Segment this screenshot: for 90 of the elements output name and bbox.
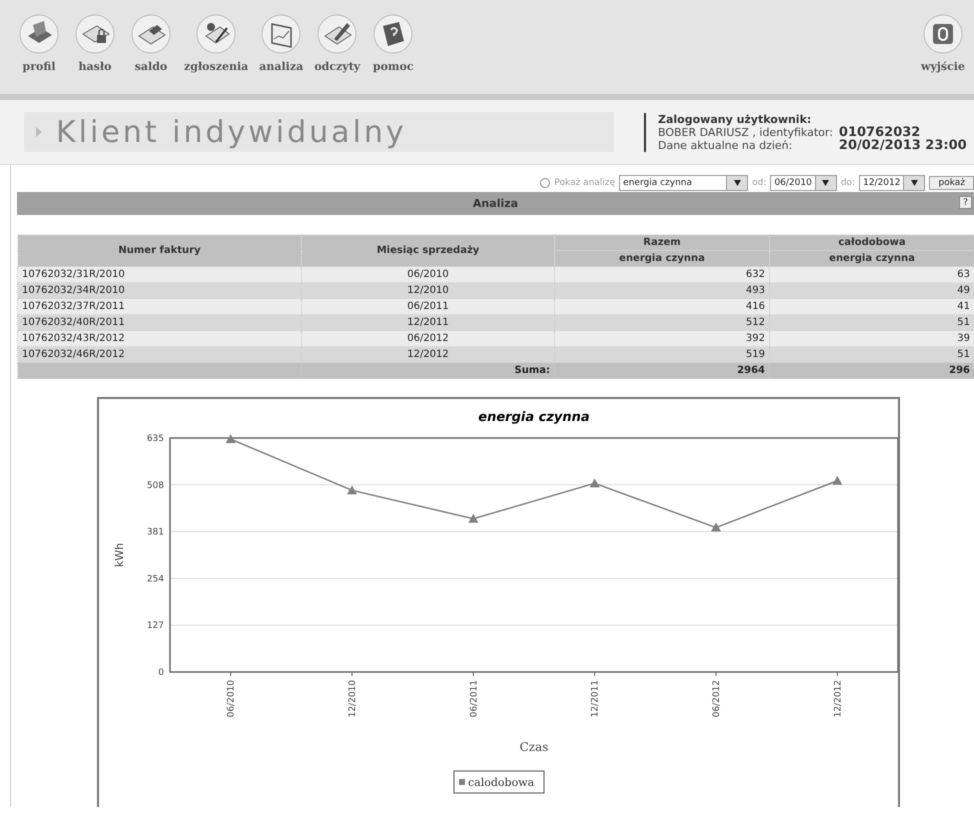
show-button[interactable]: pokaż xyxy=(929,176,974,190)
x-tick-label: 06/2012 xyxy=(712,680,722,718)
data-date: 20/02/2013 23:00 xyxy=(838,138,967,152)
data-point xyxy=(468,514,478,523)
x-axis-title: Czas xyxy=(520,740,548,754)
data-point xyxy=(832,476,842,485)
y-tick-label: 127 xyxy=(146,621,164,632)
column-header: Razem xyxy=(554,234,770,250)
page-title: Klient indywidualny xyxy=(56,114,407,150)
nav-item[interactable]: pomoc xyxy=(368,14,418,73)
x-tick-label: 12/2011 xyxy=(590,680,601,718)
section-title: Analiza xyxy=(472,197,518,210)
user-id: 010762032 xyxy=(838,126,922,138)
nav-item[interactable]: zgłoszenia xyxy=(182,14,250,73)
nav-item[interactable]: hasło xyxy=(70,14,120,73)
table-cell: 12/2011 xyxy=(302,314,554,330)
column-header: całodobowa xyxy=(770,234,974,250)
lock-icon xyxy=(75,14,115,54)
table-cell: 12/2010 xyxy=(302,282,554,298)
column-subheader: energia czynna xyxy=(770,250,974,266)
document-icon xyxy=(131,14,171,54)
y-tick-label: 0 xyxy=(158,668,164,678)
table-cell: 39 xyxy=(770,330,974,346)
table-cell: 41 xyxy=(770,298,974,314)
data-point xyxy=(347,485,357,494)
column-header: Numer faktury xyxy=(18,234,302,266)
table-cell: 512 xyxy=(554,314,770,330)
table-cell: 10762032/46R/2012 xyxy=(18,346,302,362)
analysis-select[interactable]: energia czynna xyxy=(619,175,748,191)
y-tick-label: 381 xyxy=(146,528,164,538)
exit-button[interactable]: wyjście xyxy=(918,14,968,73)
radio-label: Pokaż analizę xyxy=(554,178,616,188)
dropdown-icon xyxy=(734,180,741,186)
y-tick-label: 508 xyxy=(146,480,164,491)
legend-label: calodobowa xyxy=(468,776,535,789)
y-tick-label: 254 xyxy=(146,574,164,584)
date-label: Dane aktualne na dzień: xyxy=(658,138,794,152)
table-cell: 49 xyxy=(770,282,974,298)
power-icon xyxy=(923,14,963,54)
dropdown-icon xyxy=(910,180,918,186)
table-cell: 10762032/40R/2011 xyxy=(18,314,302,330)
column-header: Miesiąc sprzedaży xyxy=(302,234,554,266)
y-axis-title: kWh xyxy=(113,542,126,568)
table-cell: 51 xyxy=(770,314,974,330)
table-cell: 632 xyxy=(554,266,770,282)
table-cell: 493 xyxy=(554,282,770,298)
x-tick-label: 12/2012 xyxy=(833,680,844,718)
radio-button[interactable] xyxy=(540,178,550,188)
from-label: od: xyxy=(752,178,766,188)
to-label: do: xyxy=(840,178,856,188)
dropdown-icon xyxy=(822,180,830,186)
y-tick-label: 635 xyxy=(146,434,164,444)
table-cell: 06/2010 xyxy=(302,266,554,282)
table-cell: 10762032/31R/2010 xyxy=(18,266,302,282)
help-button[interactable]: ? xyxy=(959,196,972,209)
user-name: BOBER DARIUSZ , identyfikator: xyxy=(658,126,833,138)
arrow-icon xyxy=(36,127,42,137)
chart-title: energia czynna xyxy=(478,410,590,425)
from-select[interactable]: 06/2010 xyxy=(770,175,837,191)
total-cell: 2964 xyxy=(554,362,770,378)
x-tick-label: 12/2010 xyxy=(348,680,358,718)
table-cell: 51 xyxy=(770,346,974,362)
to-select[interactable]: 12/2012 xyxy=(859,175,926,191)
table-cell: 10762032/37R/2011 xyxy=(18,298,302,314)
table-cell: 416 xyxy=(554,298,770,314)
table-cell: 392 xyxy=(554,330,770,346)
table-cell: 06/2012 xyxy=(302,330,554,346)
table-cell: 63 xyxy=(770,266,974,282)
data-point xyxy=(711,522,721,532)
nav-item[interactable]: saldo xyxy=(126,14,176,73)
table-cell: 519 xyxy=(554,346,770,362)
nav-item[interactable]: analiza xyxy=(256,14,306,73)
legend: calodobowa xyxy=(454,770,544,794)
pencil-icon xyxy=(317,14,358,54)
data-point xyxy=(226,434,236,444)
table-cell: 10762032/43R/2012 xyxy=(18,330,302,346)
help-icon xyxy=(373,14,414,54)
x-tick-label: 06/2010 xyxy=(226,680,237,718)
nav-item[interactable]: odczyty xyxy=(312,14,362,73)
nav-item[interactable]: profil xyxy=(14,14,64,73)
chart-icon xyxy=(261,14,302,54)
total-label: Suma: xyxy=(302,362,554,378)
total-cell: 296 xyxy=(770,362,974,378)
table-cell: 06/2011 xyxy=(302,298,554,314)
table-cell: 10762032/34R/2010 xyxy=(18,282,302,298)
x-tick-label: 06/2011 xyxy=(469,680,480,718)
column-subheader: energia czynna xyxy=(554,250,770,266)
table-cell: 12/2012 xyxy=(302,346,554,362)
data-point xyxy=(590,478,600,488)
user-heading: Zalogowany użytkownik: xyxy=(658,112,812,126)
